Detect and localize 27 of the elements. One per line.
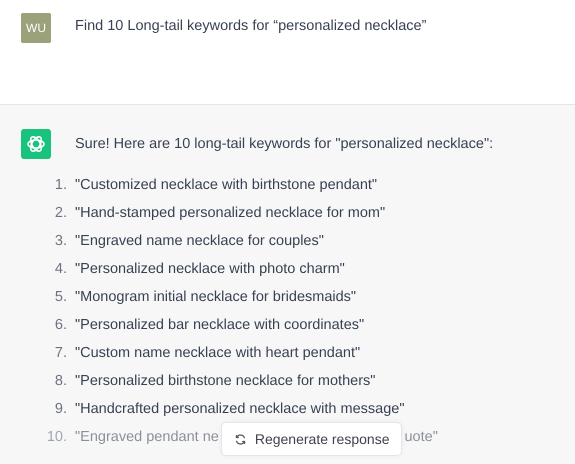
list-number: 4. xyxy=(54,261,67,277)
user-message: Find 10 Long-tail keywords for “personalized necklace” xyxy=(75,18,426,34)
list-item-text: "Customized necklace with birthstone pendant" xyxy=(75,177,378,193)
list-number: 10. xyxy=(46,429,67,445)
list-item-text: "Custom name necklace with heart pendant" xyxy=(75,345,360,361)
list-item-text: "Personalized bar necklace with coordinates" xyxy=(75,317,364,333)
list-number: 2. xyxy=(54,205,67,221)
refresh-icon xyxy=(234,432,247,446)
list-item-text: "Handcrafted personalized necklace with message" xyxy=(75,401,404,417)
assistant-message: Sure! Here are 10 long-tail keywords for "personalized necklace": xyxy=(75,136,494,152)
list-number: 8. xyxy=(54,373,67,389)
list-number: 7. xyxy=(54,345,67,361)
list-item-text: "Personalized birthstone necklace for mothers" xyxy=(75,373,376,389)
list-item-text: uote" xyxy=(404,429,438,445)
regenerate-button[interactable]: Regenerate response xyxy=(220,422,402,456)
list-item-text: "Hand-stamped personalized necklace for mom" xyxy=(75,205,386,221)
list-item-text: "Monogram initial necklace for bridesmaids" xyxy=(75,289,356,305)
user-avatar: WU xyxy=(21,13,51,43)
list-number: 3. xyxy=(54,233,67,249)
list-number: 6. xyxy=(54,317,67,333)
list-number: 9. xyxy=(54,401,67,417)
list-number: 5. xyxy=(54,289,67,305)
list-item-text: "Personalized necklace with photo charm" xyxy=(75,261,345,277)
assistant-logo-icon xyxy=(21,129,51,159)
list-number: 1. xyxy=(54,177,67,193)
list-item-text: "Engraved name necklace for couples" xyxy=(75,233,324,249)
list-item-text: "Engraved pendant ne xyxy=(75,429,219,445)
